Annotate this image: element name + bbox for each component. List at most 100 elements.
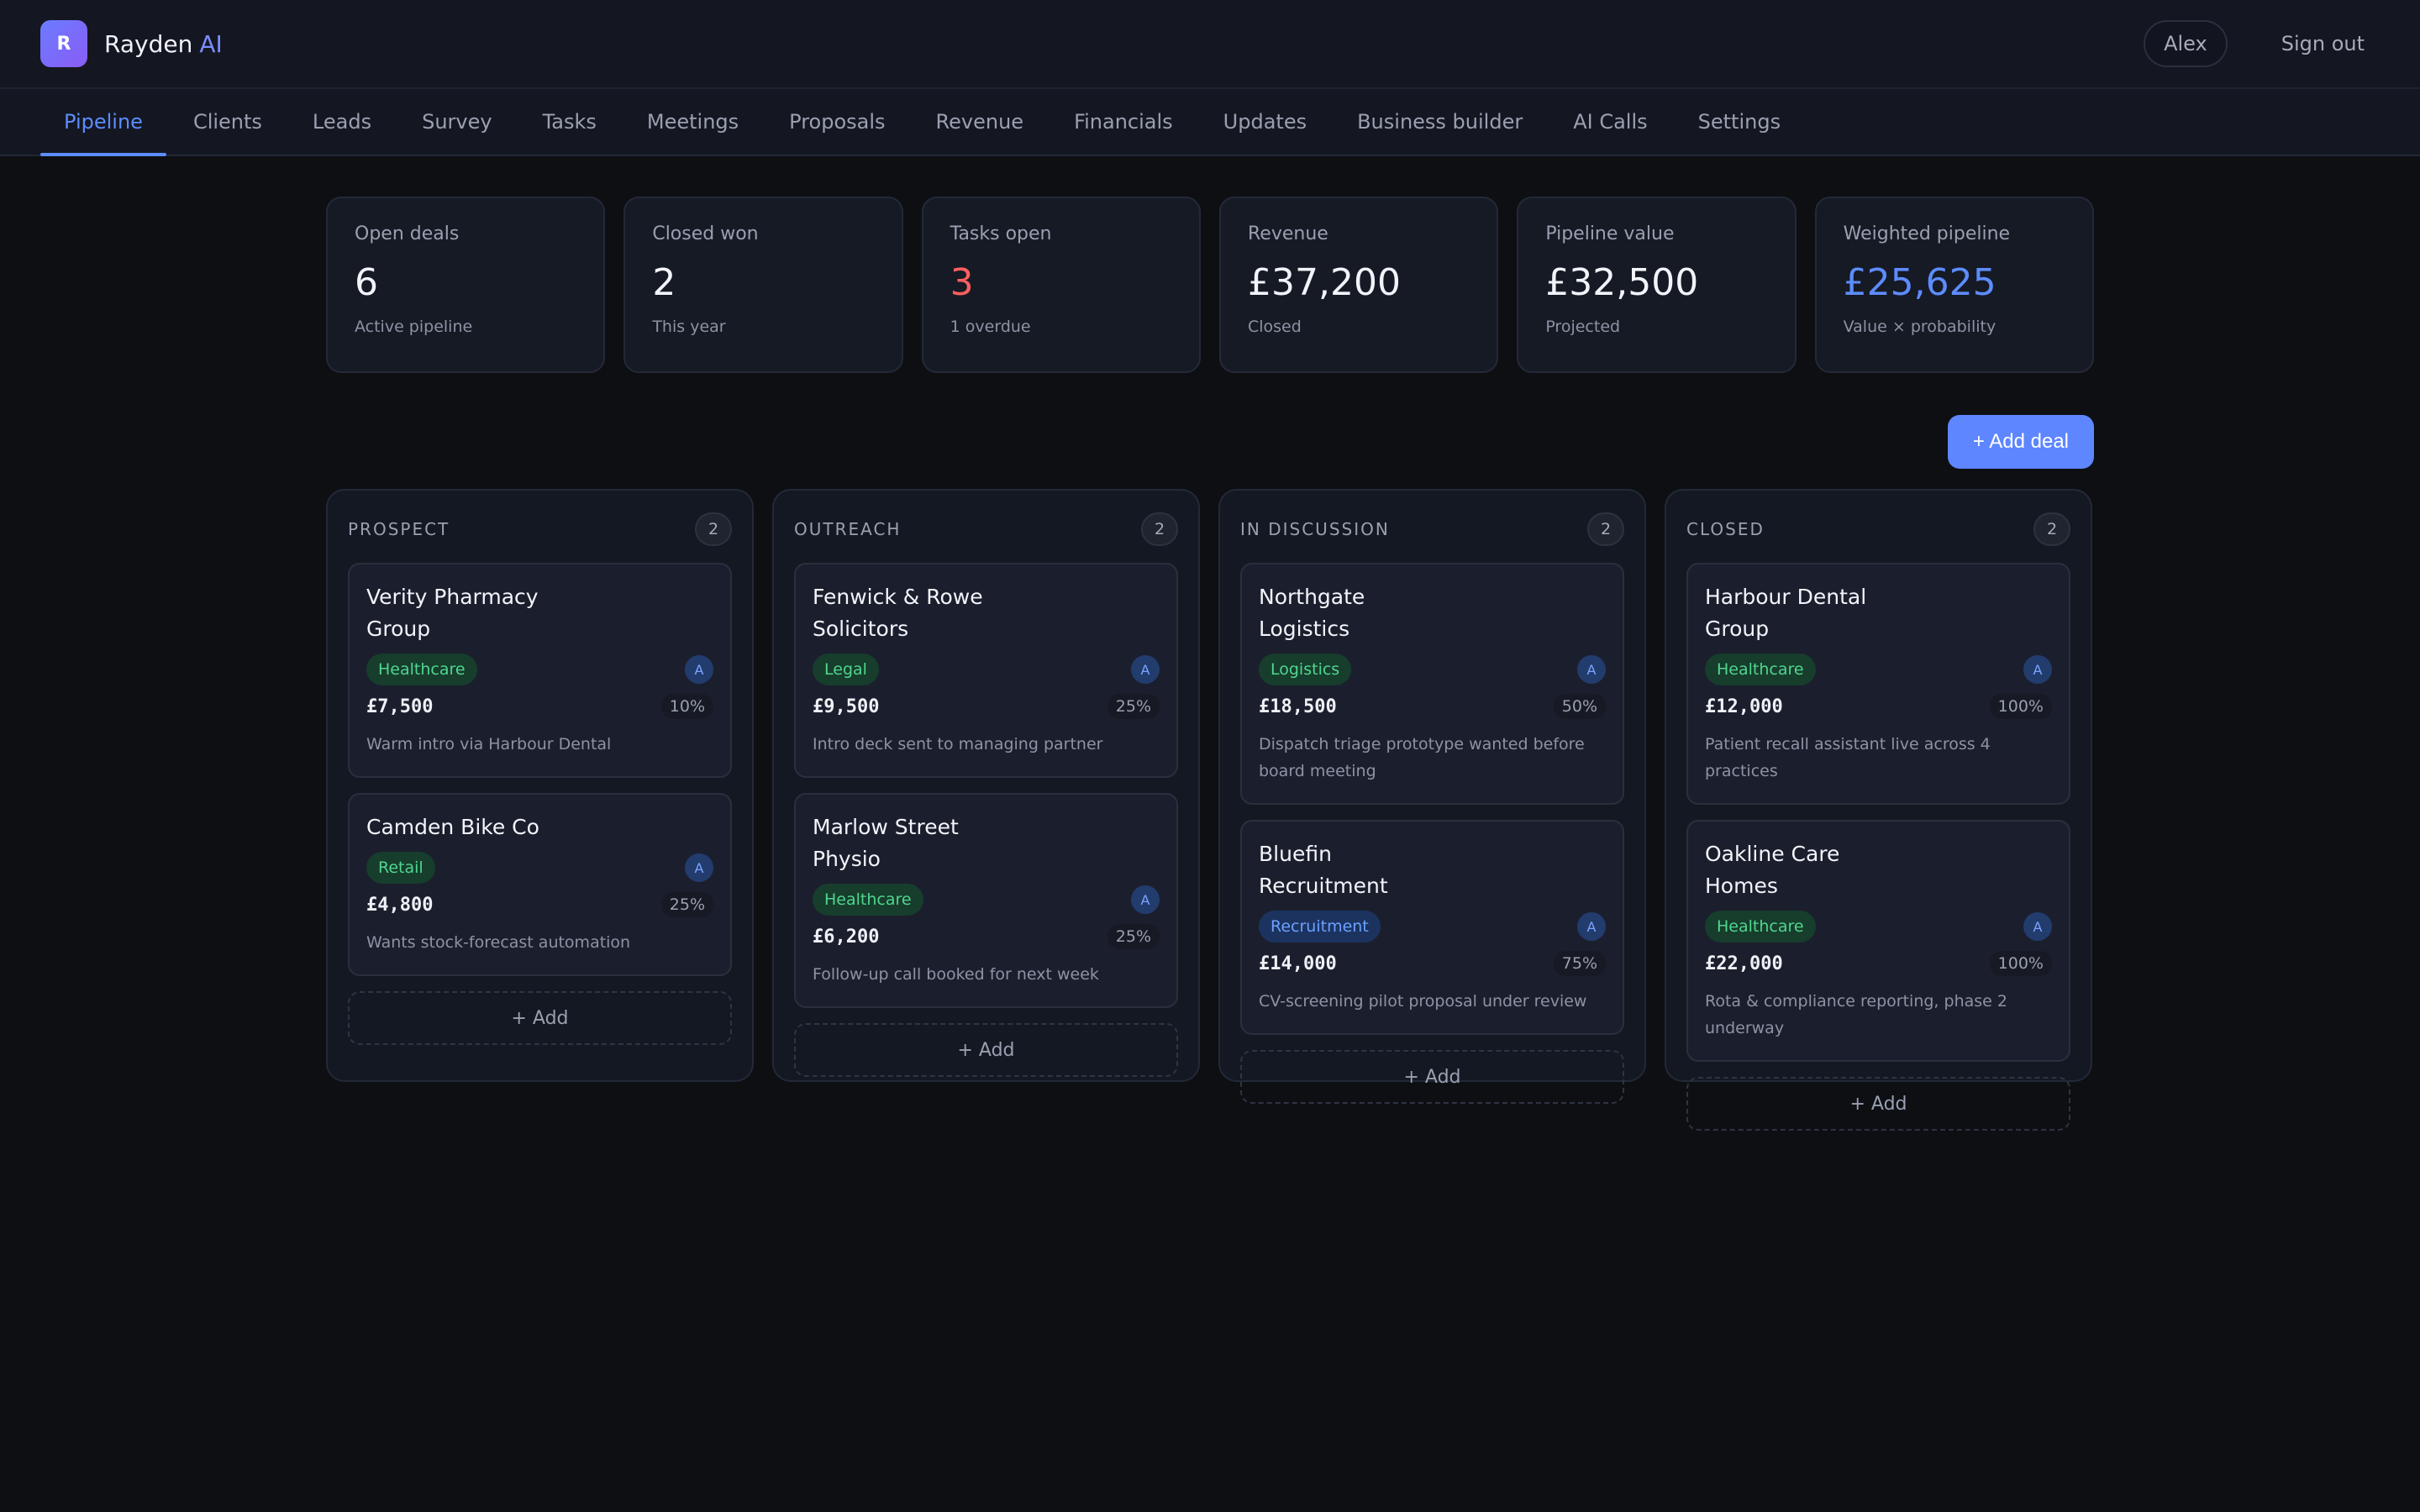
deal-amount: £22,000 (1705, 953, 1783, 974)
deal-note: Intro deck sent to managing partner (813, 735, 1103, 753)
tab-proposals[interactable]: Proposals (765, 89, 908, 155)
stat-card-open-deals: Open deals 6 Active pipeline (326, 197, 606, 373)
stat-card-weighted-pipeline: Weighted pipeline £25,625 Value × probab… (1814, 197, 2094, 373)
tab-settings[interactable]: Settings (1675, 89, 1804, 155)
deal-amount: £4,800 (366, 894, 434, 916)
deal-amount: £18,500 (1259, 696, 1337, 717)
tab-meetings[interactable]: Meetings (623, 89, 762, 155)
stat-value: £37,200 (1247, 261, 1401, 304)
industry-tag: Healthcare (813, 884, 923, 916)
add-card-button[interactable]: + Add (794, 1023, 1178, 1077)
column-header: OUTREACH 2 (794, 512, 1178, 546)
tab-revenue[interactable]: Revenue (913, 89, 1048, 155)
stat-label: Closed won (652, 223, 759, 244)
top-bar: R Rayden AI Alex Sign out (0, 0, 2420, 89)
column-in-discussion: IN DISCUSSION 2 Northgate Logistics Logi… (1218, 489, 1646, 1104)
main-nav: Pipeline Clients Leads Survey Tasks Meet… (0, 89, 2420, 156)
column-title: IN DISCUSSION (1240, 519, 1390, 539)
deal-card[interactable]: Oakline Care Homes Healthcare A £22,000 … (1686, 820, 2070, 1062)
deal-value-row: £22,000 100% (1705, 951, 2052, 976)
stat-subtext: Projected (1545, 318, 1621, 336)
owner-avatar: A (685, 655, 713, 684)
tab-ai-calls[interactable]: AI Calls (1549, 89, 1670, 155)
column-count-badge: 2 (2033, 512, 2070, 546)
deal-tag-row: Legal A (813, 654, 1160, 685)
tab-leads[interactable]: Leads (289, 89, 395, 155)
industry-tag: Healthcare (1705, 911, 1816, 942)
column-header: CLOSED 2 (1686, 512, 2070, 546)
deal-value-row: £12,000 100% (1705, 694, 2052, 719)
deal-title: Verity Pharmacy Group (366, 585, 539, 641)
deal-card[interactable]: Bluefin Recruitment Recruitment A £14,00… (1240, 820, 1624, 1035)
stat-subtext: 1 overdue (950, 318, 1031, 336)
deal-card[interactable]: Fenwick & Rowe Solicitors Legal A £9,500… (794, 563, 1178, 778)
app-name: Rayden AI (104, 30, 223, 58)
tab-business-builder[interactable]: Business builder (1334, 89, 1546, 155)
deal-note: CV-screening pilot proposal under review (1259, 992, 1587, 1011)
app-name-main: Rayden (104, 29, 193, 58)
stat-value: 2 (652, 261, 676, 304)
stat-subtext: Closed (1247, 318, 1302, 336)
deal-title: Bluefin Recruitment (1259, 842, 1388, 898)
stat-label: Revenue (1247, 223, 1328, 244)
deal-value-row: £4,800 25% (366, 892, 713, 917)
deal-tag-row: Retail A (366, 852, 713, 884)
deal-title: Camden Bike Co (366, 815, 539, 839)
column-header: PROSPECT 2 (348, 512, 732, 546)
main-content: Open deals 6 Active pipeline Closed won … (326, 197, 2094, 1131)
owner-avatar: A (2023, 912, 2052, 941)
owner-avatar: A (1131, 655, 1160, 684)
tab-pipeline[interactable]: Pipeline (40, 89, 166, 156)
deal-title: Northgate Logistics (1259, 585, 1365, 641)
deal-card[interactable]: Marlow Street Physio Healthcare A £6,200… (794, 793, 1178, 1008)
add-card-button[interactable]: + Add (1240, 1050, 1624, 1104)
stat-label: Tasks open (950, 223, 1052, 244)
column-header: IN DISCUSSION 2 (1240, 512, 1624, 546)
deal-amount: £9,500 (813, 696, 880, 717)
brand[interactable]: R Rayden AI (40, 20, 223, 67)
industry-tag: Retail (366, 852, 435, 884)
tab-tasks[interactable]: Tasks (519, 89, 620, 155)
industry-tag: Healthcare (1705, 654, 1816, 685)
tab-financials[interactable]: Financials (1050, 89, 1197, 155)
stat-card-closed-won: Closed won 2 This year (623, 197, 903, 373)
deal-card[interactable]: Harbour Dental Group Healthcare A £12,00… (1686, 563, 2070, 805)
stat-value: £32,500 (1545, 261, 1699, 304)
tab-updates[interactable]: Updates (1200, 89, 1330, 155)
owner-avatar: A (2023, 655, 2052, 684)
add-deal-button[interactable]: + Add deal (1947, 415, 2094, 469)
deal-title: Fenwick & Rowe Solicitors (813, 585, 983, 641)
owner-avatar: A (685, 853, 713, 882)
pipeline-board: PROSPECT 2 Verity Pharmacy Group Healthc… (326, 489, 2094, 1131)
deal-tag-row: Healthcare A (1705, 911, 2052, 942)
top-right: Alex Sign out (2144, 20, 2380, 67)
logo-icon: R (40, 20, 87, 67)
deal-card[interactable]: Verity Pharmacy Group Healthcare A £7,50… (348, 563, 732, 778)
stat-label: Open deals (355, 223, 460, 244)
probability-badge: 25% (1107, 924, 1160, 949)
column-title: OUTREACH (794, 519, 902, 539)
deal-card[interactable]: Northgate Logistics Logistics A £18,500 … (1240, 563, 1624, 805)
deal-card[interactable]: Camden Bike Co Retail A £4,800 25% Wants… (348, 793, 732, 976)
add-card-button[interactable]: + Add (1686, 1077, 2070, 1131)
probability-badge: 25% (660, 892, 713, 917)
deal-value-row: £9,500 25% (813, 694, 1160, 719)
probability-badge: 100% (1989, 951, 2052, 976)
owner-avatar: A (1131, 885, 1160, 914)
owner-avatar: A (1577, 912, 1606, 941)
deal-note: Dispatch triage prototype wanted before … (1259, 735, 1585, 780)
user-menu[interactable]: Alex (2144, 20, 2228, 67)
deal-amount: £7,500 (366, 696, 434, 717)
tab-clients[interactable]: Clients (170, 89, 286, 155)
deal-title: Marlow Street Physio (813, 815, 959, 871)
sign-out-link[interactable]: Sign out (2281, 32, 2365, 55)
add-card-button[interactable]: + Add (348, 991, 732, 1045)
deal-tag-row: Healthcare A (1705, 654, 2052, 685)
stat-card-revenue: Revenue £37,200 Closed (1218, 197, 1499, 373)
deal-amount: £12,000 (1705, 696, 1783, 717)
tab-survey[interactable]: Survey (398, 89, 515, 155)
stat-subtext: Value × probability (1843, 318, 1996, 336)
probability-badge: 25% (1107, 694, 1160, 719)
deal-amount: £14,000 (1259, 953, 1337, 974)
deal-tag-row: Healthcare A (813, 884, 1160, 916)
